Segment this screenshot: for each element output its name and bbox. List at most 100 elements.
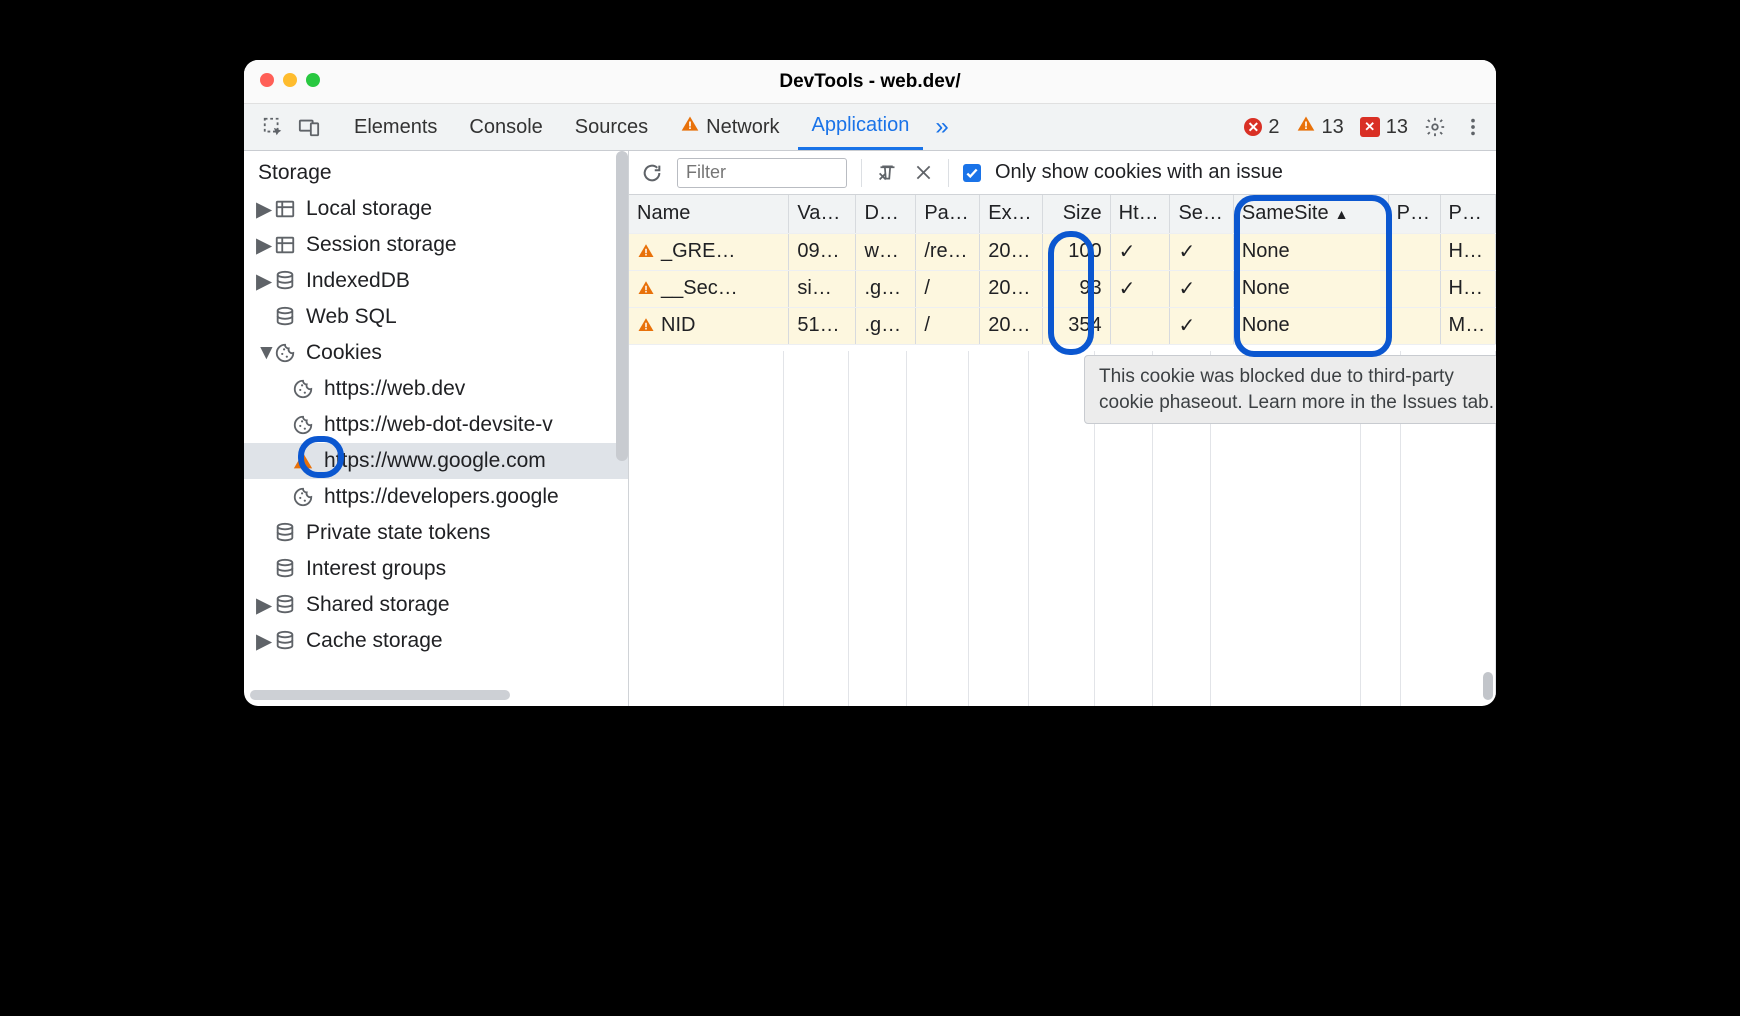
cell: __Sec… (629, 270, 789, 307)
inspect-element-icon[interactable] (262, 116, 284, 138)
error-icon: ✕ (1244, 118, 1262, 136)
warning-triangle-icon (680, 114, 700, 140)
tab-application[interactable]: Application (798, 104, 924, 150)
table-icon (274, 234, 296, 256)
cell: /re… (916, 233, 980, 270)
cell: None (1233, 307, 1388, 344)
cell: w… (856, 233, 916, 270)
sidebar-item[interactable]: https://web.dev (244, 371, 628, 407)
col-value[interactable]: Va… (789, 195, 856, 233)
sidebar-item[interactable]: https://www.google.com (244, 443, 628, 479)
col-samesite[interactable]: SameSite▲ (1233, 195, 1388, 233)
cell: .g… (856, 270, 916, 307)
cell: / (916, 270, 980, 307)
kebab-menu-icon[interactable] (1462, 116, 1484, 138)
col-priority[interactable]: P… (1440, 195, 1495, 233)
cell (1388, 270, 1440, 307)
col-name[interactable]: Name (629, 195, 789, 233)
device-toolbar-icon[interactable] (298, 116, 320, 138)
table-row[interactable]: _GRE…09…w…/re…20…100✓✓NoneH… (629, 233, 1496, 270)
storage-tree: ▶ Local storage ▶Session storage▶IndexedDB… (244, 191, 628, 659)
chevron-icon: ▶ (256, 197, 270, 222)
col-httponly[interactable]: Ht… (1110, 195, 1170, 233)
sidebar-item[interactable]: https://web-dot-devsite-v (244, 407, 628, 443)
chevron-icon: ▼ (256, 341, 270, 365)
window-minimize-button[interactable] (283, 73, 297, 87)
tab-console[interactable]: Console (455, 104, 556, 150)
issues-count[interactable]: ✕ 13 (1360, 116, 1408, 139)
db-icon (274, 522, 296, 544)
warning-triangle-icon (637, 242, 655, 260)
col-domain[interactable]: D… (856, 195, 916, 233)
tab-elements[interactable]: Elements (340, 104, 451, 150)
cookies-table: Name Va… D… Pa… Ex… Size Ht… Se… SameSit… (629, 195, 1496, 345)
tab-network[interactable]: Network (666, 104, 793, 150)
sidebar-item-label: Web SQL (306, 305, 397, 329)
sidebar-item[interactable]: Private state tokens (244, 515, 628, 551)
tab-sources[interactable]: Sources (561, 104, 662, 150)
window-zoom-button[interactable] (306, 73, 320, 87)
cell: ✓ (1170, 307, 1233, 344)
cookie-filter-input[interactable] (677, 158, 847, 188)
col-partition[interactable]: P… (1388, 195, 1440, 233)
warning-triangle-icon (637, 279, 655, 297)
cell: _GRE… (629, 233, 789, 270)
error-count[interactable]: ✕ 2 (1244, 116, 1279, 139)
status-area: ✕ 2 13 ✕ 13 (1244, 114, 1488, 140)
col-size[interactable]: Size (1042, 195, 1110, 233)
cell: si… (789, 270, 856, 307)
table-row[interactable]: __Sec…si….g…/20…93✓✓NoneH… (629, 270, 1496, 307)
warning-triangle-icon (1296, 114, 1316, 140)
table-header-row: Name Va… D… Pa… Ex… Size Ht… Se… SameSit… (629, 195, 1496, 233)
warning-triangle-icon (637, 316, 655, 334)
table-icon (274, 198, 296, 220)
cell: / (916, 307, 980, 344)
cell: ✓ (1110, 270, 1170, 307)
sidebar-item[interactable]: Web SQL (244, 299, 628, 335)
table-vertical-scrollbar[interactable] (1483, 672, 1493, 700)
cell: 100 (1042, 233, 1110, 270)
col-secure[interactable]: Se… (1170, 195, 1233, 233)
col-expires[interactable]: Ex… (980, 195, 1042, 233)
settings-gear-icon[interactable] (1424, 116, 1446, 138)
clear-filter-icon[interactable] (876, 162, 898, 184)
window-close-button[interactable] (260, 73, 274, 87)
cell: 20… (980, 233, 1042, 270)
sidebar-item[interactable]: ▼Cookies (244, 335, 628, 371)
sidebar-item-label: https://web.dev (324, 377, 465, 401)
sidebar-item-label: Private state tokens (306, 521, 490, 545)
sidebar-item-label: Shared storage (306, 593, 450, 617)
warning-count[interactable]: 13 (1296, 114, 1344, 140)
only-issues-checkbox[interactable] (963, 164, 981, 182)
table-row[interactable]: NID51….g…/20…354✓NoneM… (629, 307, 1496, 344)
clear-all-icon[interactable] (912, 162, 934, 184)
sidebar-item[interactable]: ▶ Local storage (244, 191, 628, 227)
more-tabs-icon[interactable]: » (927, 113, 956, 141)
storage-sidebar: Storage ▶Local storage▶Session storage▶I… (244, 151, 629, 706)
sidebar-item[interactable]: ▶IndexedDB (244, 263, 628, 299)
sidebar-item[interactable]: Interest groups (244, 551, 628, 587)
sidebar-item[interactable]: https://developers.google (244, 479, 628, 515)
sidebar-vertical-scrollbar[interactable] (616, 151, 628, 461)
warn-icon (292, 450, 314, 472)
sidebar-item[interactable]: ▶Cache storage (244, 623, 628, 659)
devtools-window: DevTools - web.dev/ Elements Console Sou… (244, 60, 1496, 706)
sidebar-item-label: Local storage (306, 197, 432, 221)
cell (1110, 307, 1170, 344)
cookie-icon (292, 486, 314, 508)
sidebar-item-label: Interest groups (306, 557, 446, 581)
cell: ✓ (1170, 233, 1233, 270)
panel-body: Storage ▶Local storage▶Session storage▶I… (244, 151, 1496, 706)
cookies-table-wrap: Name Va… D… Pa… Ex… Size Ht… Se… SameSit… (629, 195, 1496, 706)
cell: .g… (856, 307, 916, 344)
cookie-icon (292, 378, 314, 400)
sidebar-item-label: https://web-dot-devsite-v (324, 413, 553, 437)
cell: 09… (789, 233, 856, 270)
col-path[interactable]: Pa… (916, 195, 980, 233)
sidebar-item[interactable]: ▶Shared storage (244, 587, 628, 623)
sidebar-horizontal-scrollbar[interactable] (250, 690, 510, 700)
cookies-toolbar: Only show cookies with an issue (629, 151, 1496, 195)
cell: NID (629, 307, 789, 344)
sidebar-item[interactable]: ▶Session storage (244, 227, 628, 263)
refresh-button[interactable] (641, 162, 663, 184)
